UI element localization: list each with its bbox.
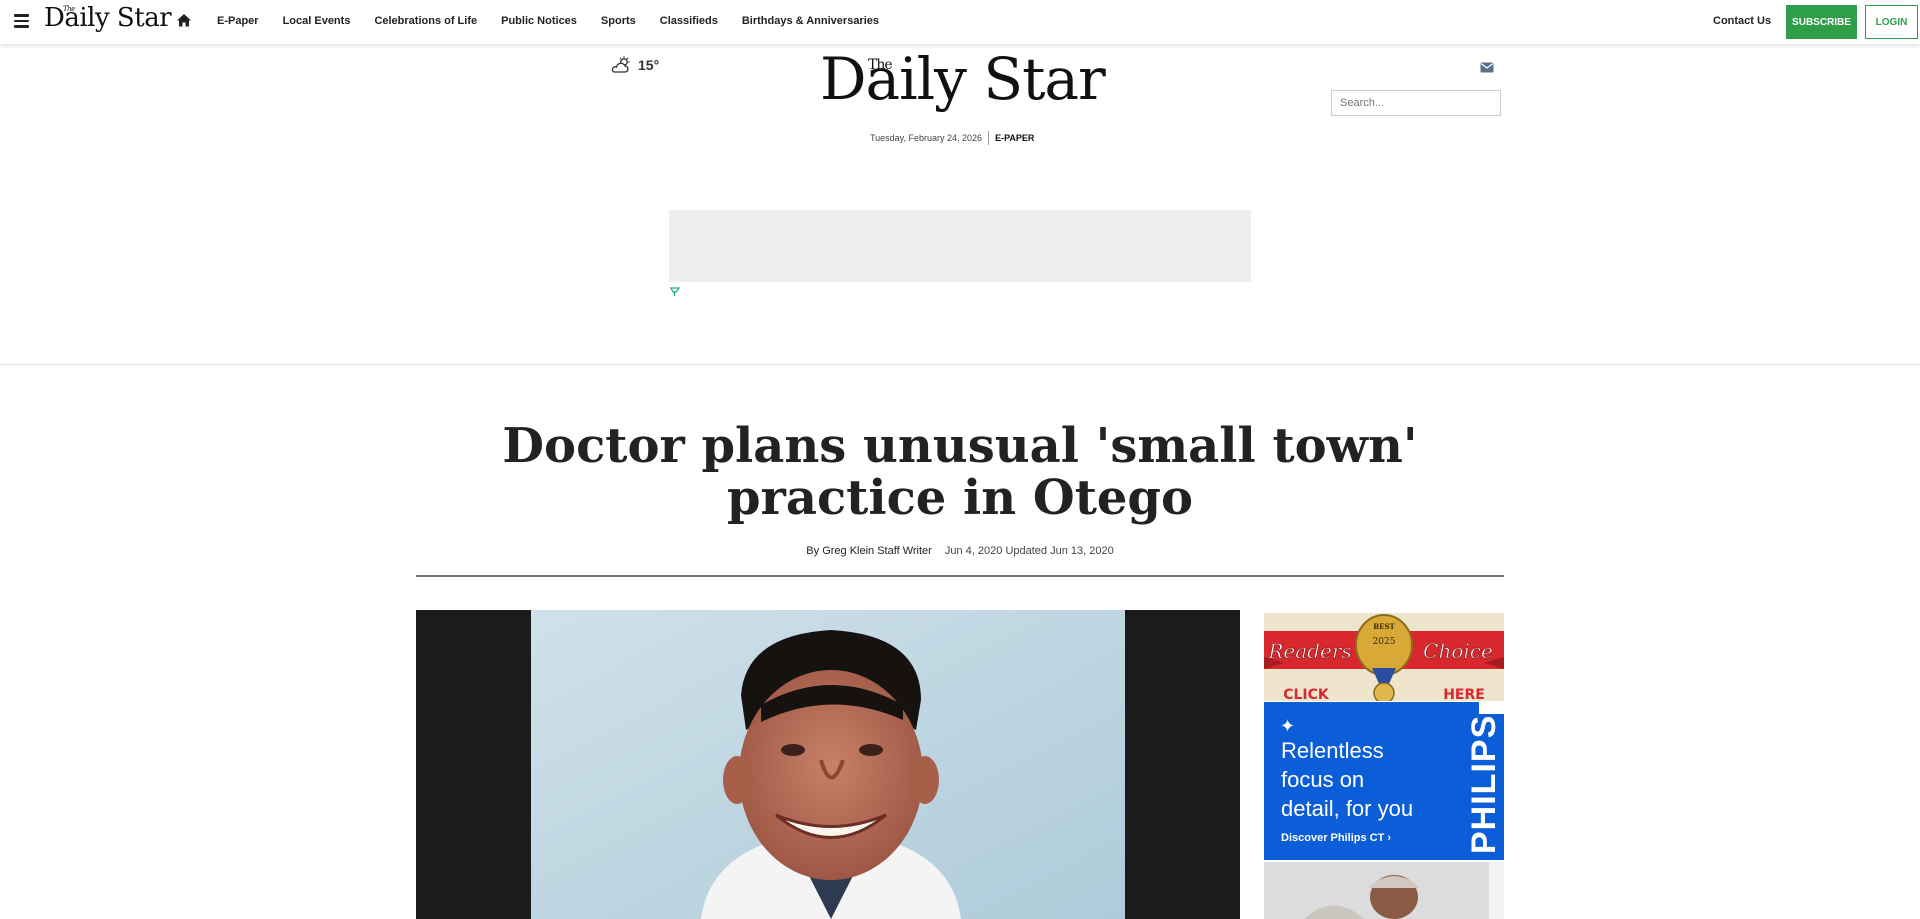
dateline-separator bbox=[988, 131, 990, 145]
philips-ad-line-3: detail, for you bbox=[1281, 796, 1414, 821]
ad-marker-icon bbox=[670, 287, 680, 296]
nav-link-local-events[interactable]: Local Events bbox=[283, 15, 351, 27]
current-date: Tuesday, February 24, 2026 bbox=[870, 133, 983, 143]
headline-rule bbox=[416, 575, 1504, 577]
readers-choice-badge-top: BEST bbox=[1373, 622, 1395, 631]
philips-ad-copy: Relentless focus on detail, for you bbox=[1281, 736, 1413, 823]
masthead-logo-text: Daily Star bbox=[820, 45, 1106, 113]
subscribe-button[interactable]: SUBSCRIBE bbox=[1786, 5, 1857, 39]
temperature: 15° bbox=[638, 57, 660, 73]
top-navigation: The Daily Star E-Paper Local Events Cele… bbox=[0, 0, 1920, 44]
nav-link-classifieds[interactable]: Classifieds bbox=[660, 15, 718, 27]
publish-dates: Jun 4, 2020 Updated Jun 13, 2020 bbox=[944, 545, 1114, 557]
readers-choice-left-text: Readers bbox=[1267, 639, 1351, 663]
partly-cloudy-icon bbox=[611, 56, 630, 73]
weather-widget[interactable]: 15° bbox=[610, 56, 659, 74]
philips-ad-cta[interactable]: Discover Philips CT › bbox=[1281, 832, 1391, 844]
philips-ad-line-2: focus on bbox=[1281, 767, 1365, 792]
masthead-logo[interactable]: The Daily Star bbox=[820, 50, 1106, 108]
sidebar-photo-ad[interactable] bbox=[1264, 862, 1504, 919]
login-button[interactable]: LOGIN bbox=[1865, 5, 1918, 39]
author-link[interactable]: By Greg Klein Staff Writer bbox=[806, 545, 932, 557]
readers-choice-here-text: HERE bbox=[1443, 687, 1485, 701]
nav-link-celebrations-of-life[interactable]: Celebrations of Life bbox=[374, 15, 477, 27]
contact-us-link[interactable]: Contact Us bbox=[1713, 15, 1771, 27]
header-divider bbox=[0, 364, 1920, 365]
philips-ad-line-1: Relentless bbox=[1281, 738, 1384, 763]
article-headline: Doctor plans unusual 'small town' practi… bbox=[502, 418, 1418, 526]
philips-ad[interactable]: ✦ Relentless focus on detail, for you Di… bbox=[1264, 702, 1504, 860]
readers-choice-ad[interactable]: BEST 2025 Readers Choice CLICK HERE bbox=[1264, 613, 1504, 701]
leaderboard-ad-slot[interactable] bbox=[669, 210, 1251, 282]
dateline: Tuesday, February 24, 2026 E-PAPER bbox=[870, 131, 1034, 145]
philips-brand-logo: PHILIPS bbox=[1465, 714, 1503, 854]
doctor-portrait-image bbox=[531, 610, 1125, 919]
mail-icon[interactable] bbox=[1480, 62, 1494, 73]
nav-logo-the: The bbox=[63, 5, 75, 13]
nav-link-public-notices[interactable]: Public Notices bbox=[501, 15, 577, 27]
readers-choice-right-text: Choice bbox=[1423, 639, 1493, 663]
epaper-link[interactable]: E-PAPER bbox=[995, 133, 1034, 143]
photo-portrait bbox=[531, 610, 1125, 919]
readers-choice-badge-year: 2025 bbox=[1373, 637, 1396, 647]
sparkle-icon: ✦ bbox=[1280, 716, 1296, 736]
nav-links: E-Paper Local Events Celebrations of Lif… bbox=[217, 15, 903, 27]
home-icon[interactable] bbox=[176, 13, 192, 27]
nav-link-sports[interactable]: Sports bbox=[601, 15, 636, 27]
sidebar-ad-image bbox=[1264, 862, 1504, 919]
adchoices-icon[interactable] bbox=[1479, 702, 1504, 714]
masthead-logo-the: The bbox=[868, 57, 893, 73]
nav-link-birthdays-anniversaries[interactable]: Birthdays & Anniversaries bbox=[742, 15, 879, 27]
nav-link-epaper[interactable]: E-Paper bbox=[217, 15, 259, 27]
search-input[interactable] bbox=[1331, 90, 1501, 116]
article-photo[interactable] bbox=[416, 610, 1240, 919]
readers-choice-click-text: CLICK bbox=[1283, 687, 1330, 701]
nav-logo[interactable]: The Daily Star bbox=[44, 3, 172, 33]
readers-choice-banner: BEST 2025 Readers Choice CLICK HERE bbox=[1264, 613, 1504, 701]
byline: By Greg Klein Staff Writer Jun 4, 2020 U… bbox=[416, 545, 1504, 557]
menu-icon[interactable] bbox=[14, 14, 29, 28]
